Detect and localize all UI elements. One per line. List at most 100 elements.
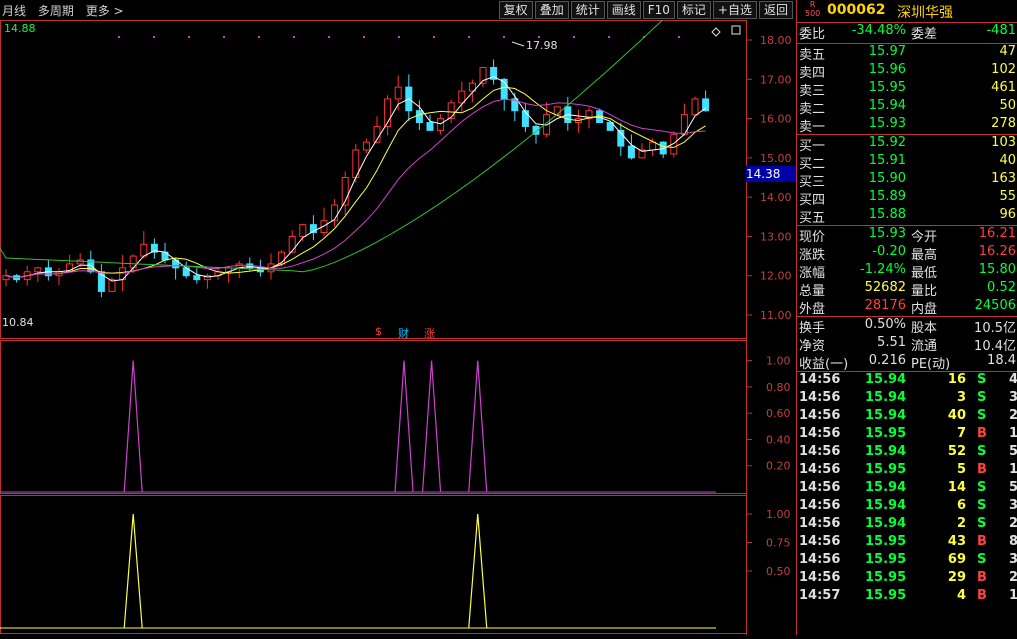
ind-tick-label: 0.20: [766, 460, 791, 473]
asks-row[interactable]: 卖四 15.96 102: [797, 62, 1017, 81]
marker-dot: [538, 36, 540, 38]
quote-row: 总量 52682 量比 0.52: [799, 280, 1016, 299]
badge-finance[interactable]: 财: [398, 325, 409, 341]
indicator2-spike: [123, 513, 143, 629]
candle-body: [140, 243, 148, 257]
multi-period-button[interactable]: 多周期: [38, 4, 74, 18]
ind-tick-label: 1.00: [766, 355, 791, 368]
marker-dot: [328, 36, 330, 38]
tick-row: 14:56 15.95 43 B 8: [799, 534, 1017, 549]
fundamental-row: 换手 0.50% 股本 10.5亿: [799, 317, 1016, 336]
marker-dot: [678, 36, 680, 38]
monthly-period-button[interactable]: 月线: [2, 4, 26, 18]
back-button[interactable]: 返回: [758, 1, 793, 19]
asks-row[interactable]: 卖一 15.93 278: [797, 116, 1017, 135]
quote-row: 涨幅 -1.24% 最低 15.80: [799, 262, 1016, 281]
tick-row: 14:56 15.94 14 S 5: [799, 480, 1017, 495]
ind-tick-label: 0.60: [766, 407, 791, 420]
toolbar-buttons: 复权 叠加 统计 画线 F10 标记 +自选 返回: [497, 1, 793, 19]
f10-button[interactable]: F10: [642, 1, 675, 19]
badge-rise[interactable]: 涨: [424, 325, 435, 341]
quote-panel: R 500 000062 深圳华强 委比 -34.48% 委差 -481 卖五 1…: [796, 0, 1017, 635]
candle-body: [447, 102, 455, 120]
tick-row: 14:56 15.94 2 S 2: [799, 516, 1017, 531]
marker-dot: [503, 36, 505, 38]
tick-row: 14:56 15.94 3 S 3: [799, 390, 1017, 405]
chart-toolbar: 月线 多周期 更多 > 复权 叠加 统计 画线 F10 标记 +自选 返回: [0, 0, 796, 20]
y-tick-label: 12.00: [760, 270, 792, 283]
candle-body: [34, 267, 42, 273]
fundamental-list: 换手 0.50% 股本 10.5亿 净资 5.51 流通 10.4亿 收益(一)…: [797, 317, 1017, 372]
weibi-row: 委比 -34.48% 委差 -481: [797, 23, 1017, 44]
y-tick-label: 17.00: [760, 73, 792, 86]
overlay-button[interactable]: 叠加: [534, 1, 569, 19]
candle-body: [362, 141, 370, 151]
candle-body: [691, 98, 699, 116]
candle-body: [415, 110, 423, 124]
bids-row[interactable]: 买二 15.91 40: [797, 153, 1017, 172]
bids-row[interactable]: 买五 15.88 96: [797, 207, 1017, 226]
marker-dot: [118, 36, 120, 38]
draw-button[interactable]: 画线: [606, 1, 641, 19]
kline-chart[interactable]: 18.00 17.00 16.00 15.00 14.00 13.00 12.00 11.00…: [0, 0, 796, 635]
marker-dot: [223, 36, 225, 38]
asks-row[interactable]: 卖二 15.94 50: [797, 98, 1017, 117]
high-label: 17.98: [526, 39, 558, 52]
tick-row: 14:56 15.95 29 B 2: [799, 570, 1017, 585]
indicator1-spike: [123, 360, 143, 493]
candle-body: [288, 235, 296, 253]
top-left-value: 14.88: [4, 22, 36, 35]
quote-row: 现价 15.93 今开 16.21: [799, 226, 1016, 245]
stock-name: 深圳华强: [897, 5, 953, 21]
stock-header: R 500 000062 深圳华强: [797, 0, 1017, 23]
chart-area[interactable]: 18.00 17.00 16.00 15.00 14.00 13.00 12.00 11.00…: [0, 0, 796, 635]
more-button[interactable]: 更多 >: [86, 4, 124, 18]
indicator1-frame: [0, 340, 747, 494]
bids-row[interactable]: 买三 15.90 163: [797, 171, 1017, 190]
high-pointer: [511, 41, 525, 47]
quote-list: 现价 15.93 今开 16.21 涨跌 -0.20 最高 16.26 涨幅 -…: [797, 226, 1017, 317]
stats-button[interactable]: 统计: [570, 1, 605, 19]
marker-dot: [398, 36, 400, 38]
candle-body: [437, 118, 445, 131]
tick-row: 14:56 15.95 69 S 3: [799, 552, 1017, 567]
y-tick-label: 11.00: [760, 309, 792, 322]
ma-long-line: [0, 0, 685, 273]
marker-dot: [573, 36, 575, 38]
tick-row: 14:56 15.94 40 S 2: [799, 408, 1017, 423]
asks-row[interactable]: 卖五 15.97 47: [797, 44, 1017, 63]
marker-dot: [258, 36, 260, 38]
r-badge: R 500: [805, 0, 821, 18]
asks-row[interactable]: 卖三 15.95 461: [797, 80, 1017, 99]
adjust-button[interactable]: 复权: [498, 1, 533, 19]
ind-tick-label: 0.75: [766, 537, 791, 550]
tick-row: 14:56 15.95 5 B 1: [799, 462, 1017, 477]
ind-tick-label: 1.00: [766, 508, 791, 521]
candle-body: [627, 145, 635, 159]
mark-button[interactable]: 标记: [676, 1, 711, 19]
marker-dot: [363, 36, 365, 38]
period-menu: 月线 多周期 更多 >: [2, 2, 132, 19]
candle-body: [76, 259, 84, 265]
indicator1-spike: [421, 360, 442, 493]
quote-row: 涨跌 -0.20 最高 16.26: [799, 244, 1016, 263]
indicator2-spike: [468, 513, 488, 629]
badge-dollar[interactable]: $: [375, 325, 382, 338]
bottom-left-value: 10.84: [2, 316, 34, 329]
bids-row[interactable]: 买四 15.89 55: [797, 189, 1017, 208]
candle-body: [702, 98, 710, 112]
tick-row: 14:57 15.95 4 B 1: [799, 588, 1017, 603]
ask-list: 卖五 15.97 47 卖四 15.96 102 卖三 15.95 461 卖二…: [797, 44, 1017, 135]
marker-dot: [293, 36, 295, 38]
ma20-line: [5, 98, 706, 279]
tick-list: 14:56 15.94 16 S 4 14:56 15.94 3 S 3 14:…: [797, 372, 1017, 606]
tick-row: 14:56 15.94 52 S 5: [799, 444, 1017, 459]
marker-dot: [153, 36, 155, 38]
candle-body: [458, 90, 466, 104]
y-tick-label: 16.00: [760, 113, 792, 126]
bids-row[interactable]: 买一 15.92 103: [797, 135, 1017, 154]
tick-row: 14:56 15.94 6 S 3: [799, 498, 1017, 513]
diamond-icon: [711, 27, 721, 37]
add-watchlist-button[interactable]: +自选: [712, 1, 757, 19]
fundamental-row: 净资 5.51 流通 10.4亿: [799, 335, 1016, 354]
